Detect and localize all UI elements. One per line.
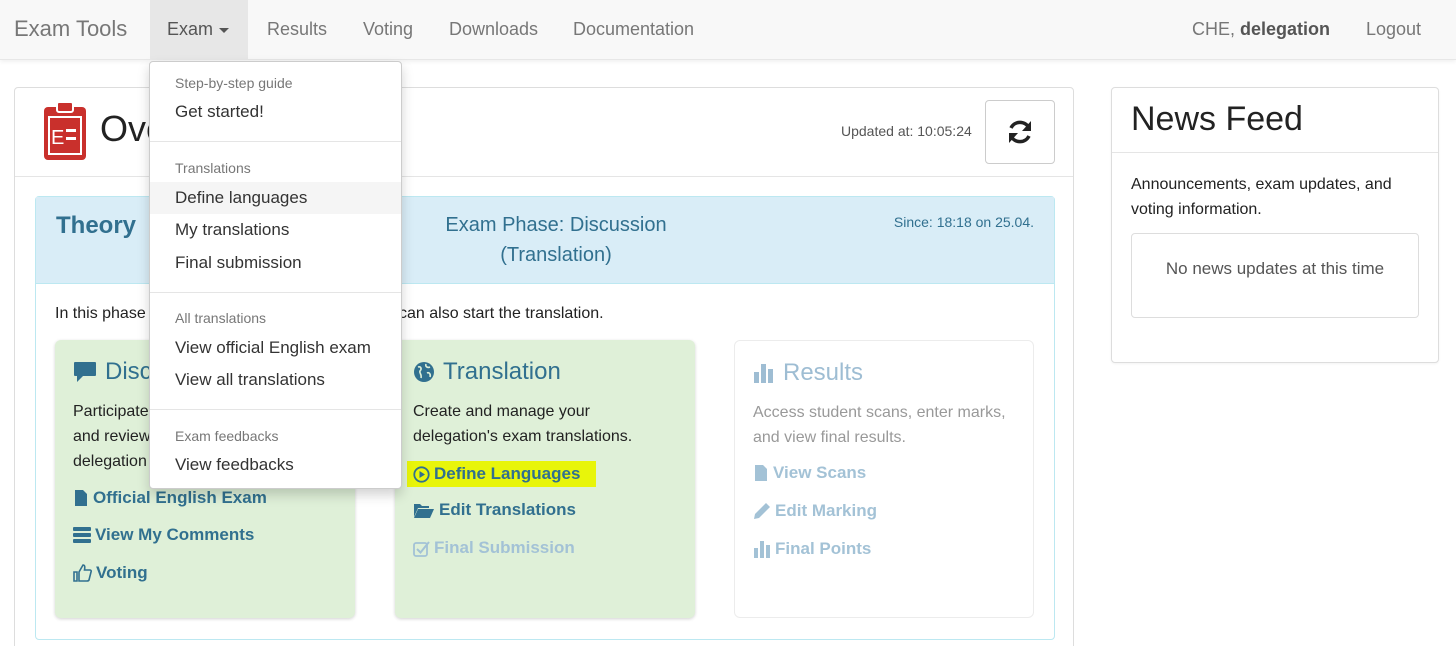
phase-since: Since: 18:18 on 25.04.	[893, 214, 1034, 230]
nav-exam[interactable]: Exam	[150, 0, 248, 60]
exam-dropdown-menu: Step-by-step guide Get started! Translat…	[149, 61, 402, 489]
menu-item-define-languages[interactable]: Define languages	[150, 182, 401, 214]
results-card: Results Access student scans, enter mark…	[734, 340, 1034, 618]
link-label: View Scans	[773, 463, 867, 482]
folder-open-icon	[414, 503, 434, 518]
translation-desc: Create and manage your delegation's exam…	[413, 403, 633, 445]
link-label: View My Comments	[95, 525, 255, 544]
translation-title: Translation	[413, 358, 561, 386]
dropdown-header: Translations	[175, 160, 251, 176]
link-label: Edit Translations	[439, 500, 576, 519]
results-title: Results	[753, 359, 863, 387]
refresh-icon	[1009, 120, 1031, 144]
dropdown-header: All translations	[175, 310, 267, 326]
caret-down-icon	[219, 27, 230, 33]
updated-at: Updated at: 10:05:24	[841, 123, 972, 139]
dropdown-divider	[150, 409, 401, 410]
intro-text-tail: can also start the translation.	[399, 305, 604, 322]
nav-documentation[interactable]: Documentation	[573, 0, 694, 60]
nav-user[interactable]: CHE, delegation	[1192, 0, 1330, 60]
translation-title-label: Translation	[443, 358, 561, 385]
check-square-icon	[413, 540, 430, 557]
globe-icon	[414, 362, 434, 382]
define-languages-link[interactable]: Define Languages	[407, 461, 597, 487]
menu-item-my-translations[interactable]: My translations	[150, 214, 401, 246]
view-scans-link[interactable]: View Scans	[753, 463, 866, 483]
bar-chart-icon	[754, 541, 770, 558]
menu-item-final-submission[interactable]: Final submission	[150, 247, 401, 279]
menu-item-view-all-translations[interactable]: View all translations	[150, 364, 401, 396]
clipboard-icon: E	[44, 101, 86, 160]
user-role: delegation	[1239, 19, 1330, 39]
link-label: Voting	[96, 563, 148, 582]
file-icon	[755, 465, 767, 481]
comment-icon	[74, 362, 96, 382]
menu-item-view-official-english-exam[interactable]: View official English exam	[150, 332, 401, 364]
exam-phase: Exam Phase: Discussion (Translation)	[416, 210, 696, 270]
pencil-icon	[754, 503, 770, 519]
dropdown-divider	[150, 292, 401, 293]
edit-marking-link[interactable]: Edit Marking	[753, 501, 877, 521]
link-label: Official English Exam	[93, 488, 267, 507]
play-circle-icon	[413, 465, 430, 483]
bar-chart-icon	[754, 364, 773, 383]
link-label: Final Submission	[434, 538, 575, 557]
menu-item-view-feedbacks[interactable]: View feedbacks	[150, 449, 401, 481]
phase-line-1: Exam Phase: Discussion	[445, 214, 667, 236]
nav-downloads[interactable]: Downloads	[449, 0, 538, 60]
news-empty: No news updates at this time	[1131, 233, 1419, 318]
nav-results[interactable]: Results	[267, 0, 327, 60]
link-label: Edit Marking	[775, 501, 878, 520]
navbar: Exam Tools Exam Results Voting Downloads…	[0, 0, 1456, 60]
file-icon	[75, 490, 87, 506]
translation-card: Translation Create and manage your deleg…	[395, 340, 695, 618]
nav-voting[interactable]: Voting	[363, 0, 413, 60]
edit-translations-link[interactable]: Edit Translations	[413, 500, 576, 520]
official-english-exam-link[interactable]: Official English Exam	[73, 488, 267, 508]
refresh-button[interactable]	[985, 100, 1055, 164]
brand[interactable]: Exam Tools	[14, 16, 127, 42]
list-icon	[73, 527, 91, 543]
link-label: Final Points	[775, 539, 872, 558]
phase-line-2: (Translation)	[500, 244, 612, 266]
news-title: News Feed	[1131, 100, 1303, 138]
user-country: CHE,	[1191, 19, 1240, 39]
dropdown-header: Exam feedbacks	[175, 428, 279, 444]
section-title: Theory	[56, 212, 137, 239]
results-desc: Access student scans, enter marks, and v…	[753, 404, 1006, 446]
svg-text:E: E	[51, 127, 64, 149]
menu-item-get-started[interactable]: Get started!	[150, 96, 401, 128]
view-my-comments-link[interactable]: View My Comments	[73, 525, 254, 545]
logout-link[interactable]: Logout	[1366, 0, 1421, 60]
news-divider	[1112, 152, 1438, 153]
results-title-label: Results	[783, 359, 864, 386]
news-feed-panel: News Feed Announcements, exam updates, a…	[1111, 87, 1439, 363]
link-label: Define Languages	[434, 464, 581, 483]
final-points-link[interactable]: Final Points	[753, 539, 871, 559]
highlight-marker: Define Languages	[407, 461, 597, 487]
thumbs-up-icon	[73, 564, 92, 582]
dropdown-divider	[150, 141, 401, 142]
nav-exam-label: Exam	[167, 19, 214, 39]
intro-text: In this phase	[55, 305, 146, 322]
voting-link[interactable]: Voting	[73, 563, 148, 583]
final-submission-link[interactable]: Final Submission	[413, 538, 575, 558]
dropdown-header: Step-by-step guide	[175, 75, 293, 91]
news-desc: Announcements, exam updates, and voting …	[1131, 176, 1392, 218]
